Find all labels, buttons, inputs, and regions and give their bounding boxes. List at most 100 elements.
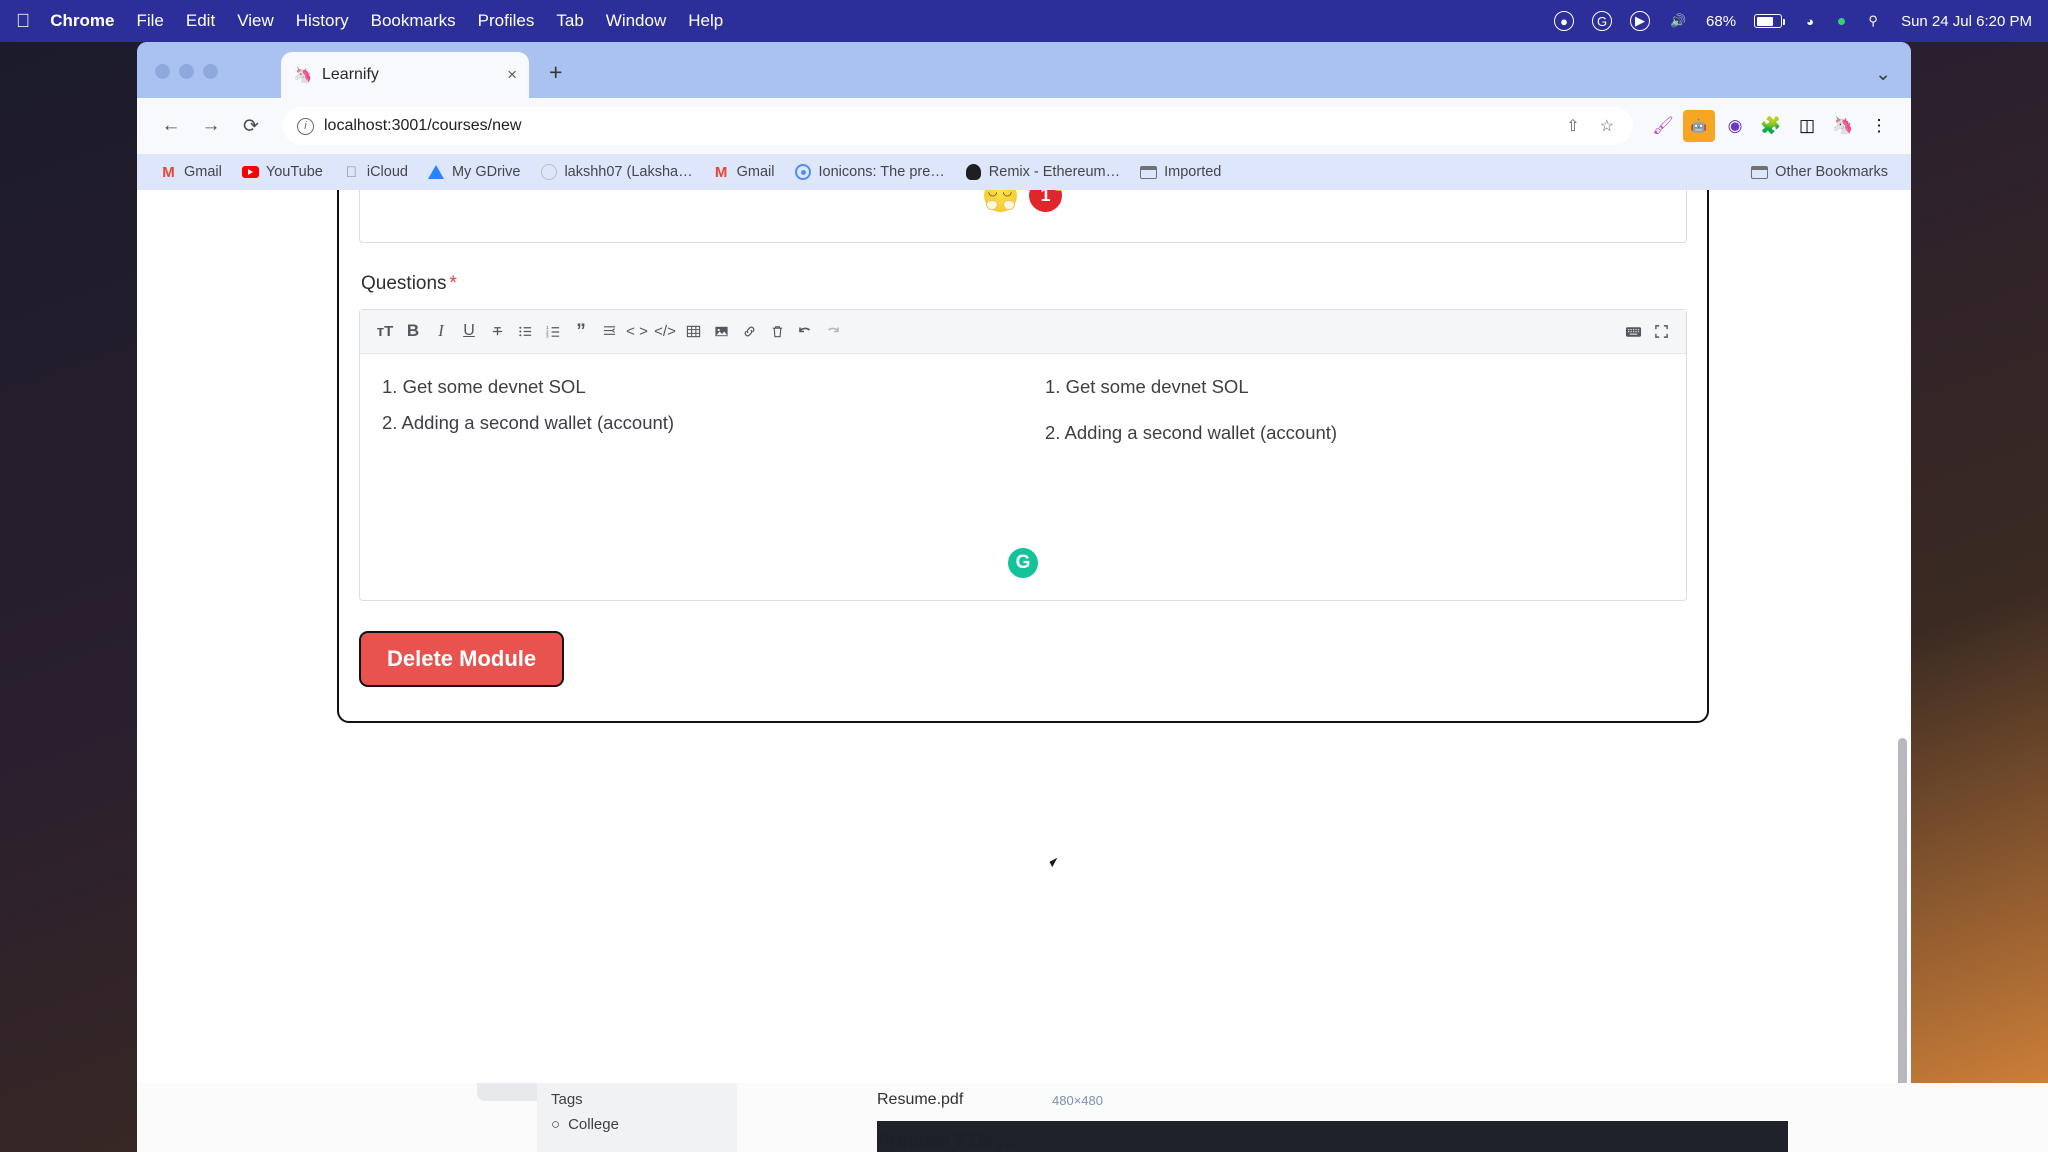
underline-icon[interactable]: U	[456, 317, 482, 345]
menu-item-history[interactable]: History	[296, 11, 349, 31]
control-center-icon[interactable]: ▶	[1630, 11, 1651, 31]
italic-icon[interactable]: I	[428, 317, 454, 345]
fullscreen-icon[interactable]	[1648, 317, 1674, 345]
sidepanel-icon[interactable]: ◫	[1791, 110, 1823, 142]
bookmark-remix[interactable]: Remix - Ethereum…	[956, 160, 1129, 185]
keyboard-icon[interactable]	[1620, 317, 1646, 345]
strikethrough-icon[interactable]	[484, 317, 510, 345]
blockquote-icon[interactable]: ”	[568, 317, 594, 345]
page-viewport: Phrase will be 12 random words. This can…	[137, 190, 1911, 1083]
link-icon[interactable]	[736, 317, 762, 345]
forward-button[interactable]: →	[193, 108, 229, 144]
inline-code-icon[interactable]: < >	[624, 317, 650, 345]
maximize-window-button[interactable]	[203, 64, 218, 79]
bookmark-my-gdrive[interactable]: My GDrive	[419, 160, 529, 185]
add-reaction-icon[interactable]: +	[1050, 190, 1067, 191]
search-spotlight-icon[interactable]: ⚲	[1863, 11, 1883, 31]
bold-icon[interactable]: B	[400, 317, 426, 345]
menu-item-bookmarks[interactable]: Bookmarks	[371, 11, 456, 31]
close-window-button[interactable]	[155, 64, 170, 79]
description-editor[interactable]: Phrase will be 12 random words. This can…	[359, 190, 1687, 243]
menu-item-help[interactable]: Help	[688, 11, 723, 31]
menu-item-file[interactable]: File	[136, 11, 163, 31]
question-item: 1. Get some devnet SOL	[382, 375, 586, 397]
site-info-icon[interactable]: i	[297, 117, 314, 135]
peek-sidebar: Tags ○ College	[537, 1083, 737, 1152]
volume-icon[interactable]: 🔊	[1668, 11, 1688, 31]
battery-icon[interactable]	[1754, 14, 1786, 28]
wifi-icon[interactable]: ◕	[1800, 11, 1820, 31]
share-icon[interactable]: ⇧	[1561, 116, 1584, 136]
minimize-window-button[interactable]	[179, 64, 194, 79]
close-icon[interactable]: ×	[507, 65, 517, 85]
menu-item-window[interactable]: Window	[606, 11, 666, 31]
undo-icon[interactable]	[792, 317, 818, 345]
bullet-list-icon[interactable]	[512, 317, 538, 345]
back-button[interactable]: ←	[153, 108, 189, 144]
kebab-menu-icon[interactable]: ⋮	[1863, 110, 1895, 142]
reaction-bar[interactable]: 1 +	[360, 190, 1686, 242]
eyedropper-icon[interactable]: 🖌	[1647, 110, 1679, 142]
browser-toolbar: ← → ⟳ i localhost:3001/courses/new ⇧ ☆ 🖌…	[137, 98, 1911, 154]
bookmark-icloud[interactable]:  iCloud	[334, 160, 417, 185]
battery-percent: 68%	[1706, 12, 1737, 30]
bookmark-imported-folder[interactable]: Imported	[1131, 160, 1230, 185]
bookmark-youtube[interactable]: YouTube	[233, 160, 332, 185]
address-bar[interactable]: i localhost:3001/courses/new ⇧ ☆	[283, 107, 1633, 145]
delete-module-area: Delete Module	[339, 601, 1707, 721]
window-controls[interactable]	[155, 64, 218, 79]
status-dot-icon	[1838, 17, 1846, 25]
file-dimensions: 480×480	[1052, 1093, 1103, 1108]
reaction-count-badge[interactable]: 1 +	[1029, 190, 1067, 212]
hug-emoji-icon[interactable]	[984, 190, 1017, 212]
page-scrollbar[interactable]	[1898, 738, 1907, 1083]
tag-dot-icon: ○	[551, 1116, 561, 1133]
table-icon[interactable]	[680, 317, 706, 345]
screen-record-icon[interactable]: ●	[1554, 11, 1575, 31]
apple-logo-icon[interactable]: 	[16, 12, 30, 31]
chevron-down-icon[interactable]: ⌄	[1875, 63, 1891, 86]
bookmark-github[interactable]: lakshh07 (Laksha…	[531, 160, 701, 185]
indent-icon[interactable]	[596, 317, 622, 345]
profile-circle-icon[interactable]: ◉	[1719, 110, 1751, 142]
bookmark-label: My GDrive	[451, 164, 521, 180]
menu-item-edit[interactable]: Edit	[186, 11, 215, 31]
menu-item-profiles[interactable]: Profiles	[478, 11, 535, 31]
course-new-page: Phrase will be 12 random words. This can…	[137, 190, 1911, 1083]
other-bookmarks-folder[interactable]: Other Bookmarks	[1742, 160, 1897, 185]
apple-icon: 	[343, 164, 360, 181]
question-item: 1. Get some devnet SOL	[1045, 375, 1249, 397]
code-block-icon[interactable]: </>	[652, 317, 678, 345]
questions-editor-input[interactable]: 1. Get some devnet SOL 2. Adding a secon…	[360, 354, 1023, 600]
other-bookmarks-label: Other Bookmarks	[1775, 164, 1888, 180]
avatar-icon[interactable]: 🦄	[1827, 110, 1859, 142]
editor-toolbar: тT B I U 123 ” < > </>	[360, 309, 1686, 354]
menu-item-view[interactable]: View	[237, 11, 274, 31]
numbered-list-icon[interactable]: 123	[540, 317, 566, 345]
menu-item-tab[interactable]: Tab	[556, 11, 583, 31]
grammarly-menu-icon[interactable]: G	[1592, 11, 1613, 31]
delete-icon[interactable]	[764, 317, 790, 345]
questions-label: Questions *	[361, 273, 1687, 295]
questions-editor[interactable]: тT B I U 123 ” < > </> 1. Get some devne…	[359, 308, 1687, 601]
extension-puzzle-icon[interactable]: 🤖	[1683, 110, 1715, 142]
bookmark-gmail-2[interactable]: M Gmail	[704, 160, 784, 185]
bookmark-gmail-1[interactable]: M Gmail	[151, 160, 231, 185]
grammarly-icon[interactable]: G	[1008, 547, 1038, 578]
text-size-icon[interactable]: тT	[372, 317, 398, 345]
extensions-icon[interactable]: 🧩	[1755, 110, 1787, 142]
new-tab-button[interactable]: +	[549, 59, 562, 86]
menubar-clock[interactable]: Sun 24 Jul 6:20 PM	[1901, 13, 2032, 30]
delete-module-button[interactable]: Delete Module	[359, 630, 565, 687]
browser-tab-learnify[interactable]: 🦄 Learnify ×	[281, 52, 529, 98]
bookmark-label: lakshh07 (Laksha…	[564, 164, 693, 180]
image-icon[interactable]	[708, 317, 734, 345]
menu-item-chrome[interactable]: Chrome	[50, 11, 114, 31]
svg-text:3: 3	[546, 333, 549, 338]
bookmark-ionicons[interactable]: Ionicons: The pre…	[786, 160, 954, 185]
bookmark-star-icon[interactable]: ☆	[1595, 116, 1619, 136]
tag-college[interactable]: ○ College	[537, 1108, 737, 1133]
reload-button[interactable]: ⟳	[233, 108, 269, 144]
folder-icon	[1751, 164, 1769, 181]
redo-icon[interactable]	[820, 317, 846, 345]
